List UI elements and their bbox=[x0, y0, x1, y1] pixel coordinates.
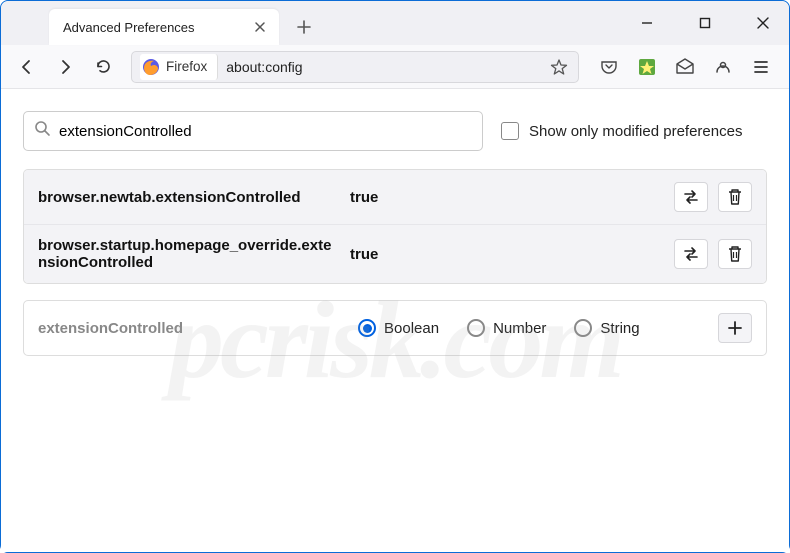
toggle-button[interactable] bbox=[674, 239, 708, 269]
radio-boolean[interactable]: Boolean bbox=[358, 319, 439, 337]
new-preference-name: extensionControlled bbox=[38, 320, 338, 337]
search-icon bbox=[34, 120, 51, 142]
close-tab-icon[interactable] bbox=[251, 18, 269, 36]
navigation-toolbar: Firefox about:config bbox=[1, 45, 789, 89]
menu-icon[interactable] bbox=[747, 53, 775, 81]
bookmark-star-icon[interactable] bbox=[548, 56, 570, 78]
search-input[interactable] bbox=[59, 123, 472, 140]
radio-number[interactable]: Number bbox=[467, 319, 546, 337]
show-modified-label: Show only modified preferences bbox=[529, 123, 742, 140]
tab-bar: Advanced Preferences bbox=[1, 1, 789, 45]
firefox-icon bbox=[142, 58, 160, 76]
identity-box[interactable]: Firefox bbox=[140, 54, 218, 80]
search-row: Show only modified preferences bbox=[23, 111, 767, 151]
window-controls bbox=[629, 1, 781, 45]
row-actions bbox=[674, 182, 752, 212]
content-area: Show only modified preferences browser.n… bbox=[1, 89, 789, 552]
radio-label: Boolean bbox=[384, 320, 439, 337]
extension-green-icon[interactable] bbox=[633, 53, 661, 81]
close-window-button[interactable] bbox=[745, 7, 781, 39]
identity-label: Firefox bbox=[166, 59, 207, 74]
preference-value: true bbox=[350, 246, 662, 263]
delete-button[interactable] bbox=[718, 182, 752, 212]
preference-name: browser.startup.homepage_override.extens… bbox=[38, 237, 338, 271]
minimize-button[interactable] bbox=[629, 7, 665, 39]
new-tab-button[interactable] bbox=[289, 12, 319, 42]
type-radio-group: Boolean Number String bbox=[358, 319, 698, 337]
tab-active[interactable]: Advanced Preferences bbox=[49, 9, 279, 45]
preference-value: true bbox=[350, 189, 662, 206]
pocket-icon[interactable] bbox=[595, 53, 623, 81]
radio-icon bbox=[358, 319, 376, 337]
toolbar-extension-icons bbox=[591, 53, 779, 81]
mail-icon[interactable] bbox=[671, 53, 699, 81]
back-button[interactable] bbox=[11, 51, 43, 83]
row-actions bbox=[674, 239, 752, 269]
radio-icon bbox=[467, 319, 485, 337]
add-preference-row: extensionControlled Boolean Number Strin… bbox=[23, 300, 767, 356]
radio-label: String bbox=[600, 320, 639, 337]
preference-row: browser.newtab.extensionControlled true bbox=[24, 170, 766, 225]
address-bar[interactable]: Firefox about:config bbox=[131, 51, 579, 83]
preference-list: browser.newtab.extensionControlled true … bbox=[23, 169, 767, 284]
preference-search[interactable] bbox=[23, 111, 483, 151]
checkbox-icon bbox=[501, 122, 519, 140]
radio-label: Number bbox=[493, 320, 546, 337]
preference-row: browser.startup.homepage_override.extens… bbox=[24, 225, 766, 283]
preference-name: browser.newtab.extensionControlled bbox=[38, 189, 338, 206]
maximize-button[interactable] bbox=[687, 7, 723, 39]
account-icon[interactable] bbox=[709, 53, 737, 81]
radio-string[interactable]: String bbox=[574, 319, 639, 337]
url-text: about:config bbox=[226, 59, 540, 75]
tab-title: Advanced Preferences bbox=[63, 20, 251, 35]
toggle-button[interactable] bbox=[674, 182, 708, 212]
forward-button[interactable] bbox=[49, 51, 81, 83]
radio-icon bbox=[574, 319, 592, 337]
browser-window: Advanced Preferences bbox=[0, 0, 790, 553]
show-modified-checkbox[interactable]: Show only modified preferences bbox=[501, 122, 742, 140]
add-button[interactable] bbox=[718, 313, 752, 343]
delete-button[interactable] bbox=[718, 239, 752, 269]
reload-button[interactable] bbox=[87, 51, 119, 83]
